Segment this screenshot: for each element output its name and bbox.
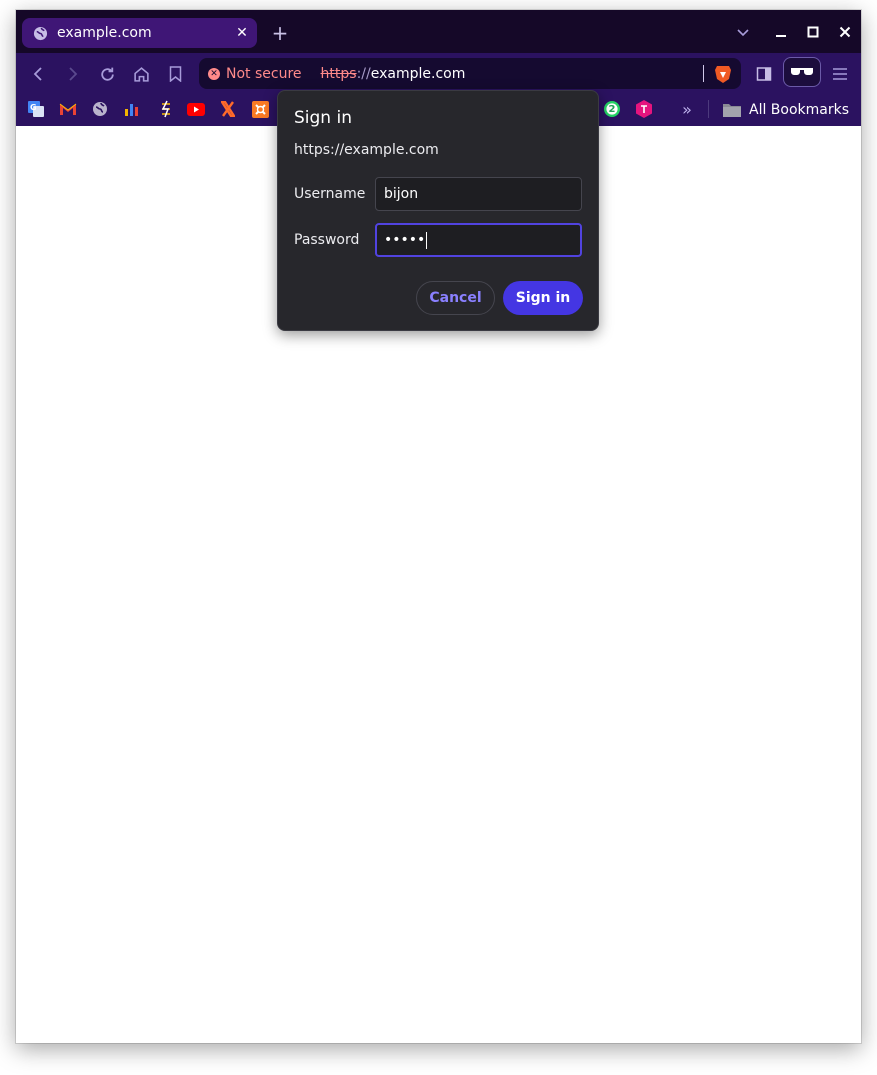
dialog-title: Sign in bbox=[294, 108, 352, 128]
globe-icon bbox=[32, 25, 48, 41]
whatsapp-icon[interactable]: 2 bbox=[602, 99, 622, 119]
bolt-icon[interactable] bbox=[156, 99, 176, 119]
tab-search-chevron-icon[interactable] bbox=[731, 21, 755, 43]
xampp-icon[interactable] bbox=[250, 99, 270, 119]
toggl-icon[interactable] bbox=[634, 99, 654, 119]
svg-text:G: G bbox=[30, 103, 37, 112]
password-label: Password bbox=[294, 232, 360, 248]
new-tab-button[interactable]: + bbox=[268, 21, 292, 45]
reader-mode-button[interactable] bbox=[783, 57, 821, 87]
security-label: Not secure bbox=[226, 65, 302, 82]
cancel-button[interactable]: Cancel bbox=[416, 281, 495, 315]
username-value: bijon bbox=[384, 186, 419, 202]
security-indicator[interactable]: ✕ Not secure bbox=[208, 66, 302, 82]
folder-icon bbox=[723, 103, 741, 117]
tab-close-icon[interactable]: ✕ bbox=[231, 22, 253, 44]
back-icon[interactable] bbox=[26, 61, 52, 87]
x-logo-icon[interactable] bbox=[218, 99, 238, 119]
username-label: Username bbox=[294, 186, 366, 202]
username-field[interactable]: bijon bbox=[375, 177, 582, 211]
password-value: ••••• bbox=[384, 232, 426, 248]
tab-example[interactable]: example.com ✕ bbox=[22, 18, 257, 48]
all-bookmarks-button[interactable]: All Bookmarks bbox=[723, 99, 849, 121]
url-text[interactable]: https://example.com bbox=[321, 66, 466, 82]
all-bookmarks-label: All Bookmarks bbox=[749, 102, 850, 118]
url-host: example.com bbox=[370, 65, 466, 82]
address-bar[interactable]: ✕ Not secure https://example.com bbox=[199, 58, 741, 89]
not-secure-icon: ✕ bbox=[208, 67, 220, 80]
text-caret bbox=[426, 231, 428, 249]
http-auth-dialog: Sign in https://example.com Username bij… bbox=[277, 90, 599, 331]
sidebar-icon[interactable] bbox=[751, 61, 777, 87]
home-icon[interactable] bbox=[128, 61, 154, 87]
omnibox-divider bbox=[703, 65, 704, 82]
brave-shields-icon[interactable] bbox=[714, 64, 732, 84]
google-translate-icon[interactable]: G bbox=[26, 99, 46, 119]
password-field[interactable]: ••••• bbox=[375, 223, 582, 257]
analytics-icon[interactable] bbox=[122, 99, 142, 119]
close-window-icon[interactable] bbox=[833, 21, 857, 43]
url-separator: :// bbox=[356, 65, 371, 82]
youtube-icon[interactable] bbox=[186, 99, 206, 119]
bookmarks-divider bbox=[708, 100, 709, 118]
more-bookmarks-button[interactable]: » bbox=[676, 98, 698, 120]
menu-icon[interactable] bbox=[827, 61, 853, 87]
reload-icon[interactable] bbox=[94, 61, 120, 87]
dialog-origin: https://example.com bbox=[294, 142, 439, 158]
tab-strip: example.com ✕ + bbox=[16, 10, 861, 53]
maximize-icon[interactable] bbox=[801, 21, 825, 43]
toolbar: ✕ Not secure https://example.com bbox=[16, 53, 861, 94]
browser-window: example.com ✕ + ✕ Not secure https://exa… bbox=[16, 10, 861, 1043]
minimize-icon[interactable] bbox=[769, 21, 793, 43]
bookmark-icon[interactable] bbox=[162, 61, 188, 87]
url-scheme: https bbox=[320, 65, 357, 82]
glasses-icon bbox=[790, 63, 814, 82]
globe-bookmark-icon[interactable] bbox=[90, 99, 110, 119]
whatsapp-badge: 2 bbox=[608, 103, 616, 115]
tab-title: example.com bbox=[57, 25, 152, 41]
gmail-icon[interactable] bbox=[58, 99, 78, 119]
forward-icon[interactable] bbox=[59, 61, 85, 87]
sign-in-button[interactable]: Sign in bbox=[503, 281, 583, 315]
